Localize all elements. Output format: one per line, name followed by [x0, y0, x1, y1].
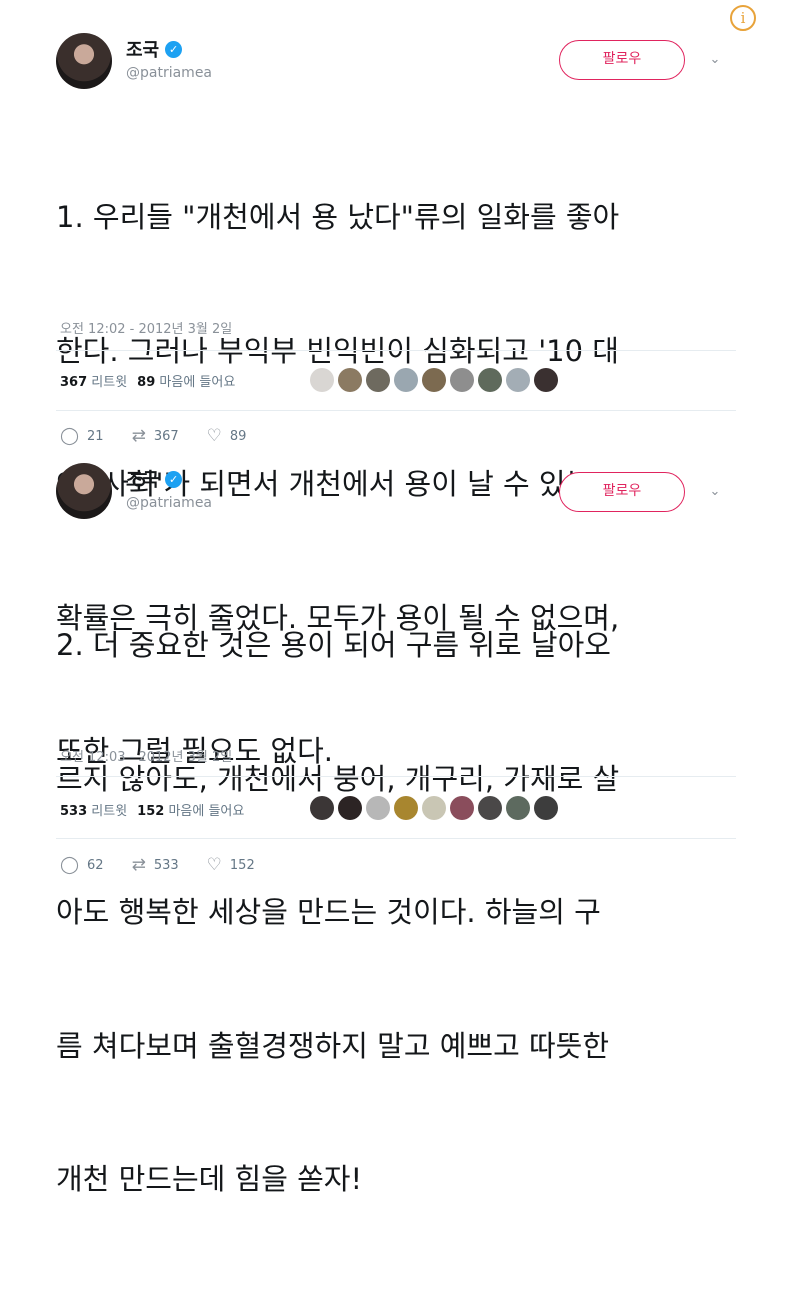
like-count: 89 [137, 375, 156, 390]
like-stat[interactable]: 89 마음에 들어요 [137, 371, 235, 390]
engagement-stats: 533 리트윗 152 마음에 들어요 [60, 800, 244, 819]
retweet-stat[interactable]: 367 리트윗 [60, 371, 127, 390]
verified-icon: ✓ [165, 470, 183, 488]
tweet-text-line: 1. 우리들 "개천에서 용 났다"류의 일화를 좋아 [56, 200, 620, 234]
tweet-text-line: 개천 만드는데 힘을 쏟자! [56, 1162, 363, 1196]
liker-avatar[interactable] [506, 796, 530, 820]
heart-icon: ♡ [206, 426, 222, 446]
liker-avatar[interactable] [478, 368, 502, 392]
chevron-down-icon[interactable]: ⌄ [706, 51, 724, 69]
like-button[interactable]: ♡ 89 [207, 426, 247, 446]
liker-avatar[interactable] [338, 368, 362, 392]
like-label: 마음에 들어요 [168, 804, 245, 819]
liker-avatar[interactable] [478, 796, 502, 820]
retweet-stat[interactable]: 533 리트윗 [60, 800, 127, 819]
tweet-text-line: 2. 더 중요한 것은 용이 되어 구름 위로 날아오 [56, 628, 611, 662]
author-handle[interactable]: @patriamea [126, 65, 212, 81]
divider [56, 776, 736, 777]
liker-avatar[interactable] [394, 368, 418, 392]
tweet-1: 조국 ✓ @patriamea 팔로우 ⌄ 1. 우리들 "개천에서 용 났다"… [0, 0, 800, 768]
tweet-text-line: 아도 행복한 세상을 만드는 것이다. 하늘의 구 [56, 895, 601, 929]
retweet-icon: ⇄ [131, 426, 146, 446]
retweet-label: 리트윗 [91, 804, 128, 819]
engagement-stats: 367 리트윗 89 마음에 들어요 [60, 371, 235, 390]
retweet-action-count: 367 [153, 428, 179, 444]
retweet-label: 리트윗 [91, 375, 128, 390]
retweet-action-count: 533 [153, 857, 179, 873]
retweet-button[interactable]: ⇄ 367 [132, 426, 179, 446]
liker-avatar[interactable] [338, 796, 362, 820]
reply-icon: ◯ [60, 855, 80, 875]
liker-avatar[interactable] [366, 368, 390, 392]
divider [56, 410, 736, 411]
like-button[interactable]: ♡ 152 [207, 855, 255, 875]
like-label: 마음에 들어요 [159, 375, 236, 390]
reply-button[interactable]: ◯ 21 [60, 426, 104, 446]
tweet-actions: ◯ 21 ⇄ 367 ♡ 89 [60, 426, 274, 446]
author-row: 조국 ✓ [126, 36, 183, 62]
liker-avatar[interactable] [394, 796, 418, 820]
liker-avatars [310, 368, 558, 392]
divider [56, 838, 736, 839]
author-handle[interactable]: @patriamea [126, 495, 212, 511]
divider [56, 350, 736, 351]
tweet-text-line: 름 쳐다보며 출혈경쟁하지 말고 예쁘고 따뜻한 [56, 1028, 610, 1063]
tweet-timestamp[interactable]: 오전 12:03 - 2012년 3월 2일 [60, 746, 232, 765]
liker-avatars [310, 796, 558, 820]
reply-button[interactable]: ◯ 62 [60, 855, 104, 875]
avatar[interactable] [56, 463, 112, 519]
like-stat[interactable]: 152 마음에 들어요 [137, 800, 244, 819]
author-name[interactable]: 조국 [126, 36, 159, 62]
retweet-count: 367 [60, 375, 88, 390]
retweet-icon: ⇄ [131, 855, 146, 875]
tweet-2: 조국 ✓ @patriamea 팔로우 ⌄ 2. 더 중요한 것은 용이 되어 … [0, 450, 800, 1196]
chevron-down-icon[interactable]: ⌄ [706, 483, 724, 501]
liker-avatar[interactable] [422, 368, 446, 392]
liker-avatar[interactable] [534, 796, 558, 820]
follow-button[interactable]: 팔로우 [559, 40, 685, 80]
author-name[interactable]: 조국 [126, 466, 159, 492]
like-count: 152 [137, 804, 165, 819]
liker-avatar[interactable] [366, 796, 390, 820]
like-action-count: 89 [229, 428, 247, 444]
reply-icon: ◯ [60, 426, 80, 446]
liker-avatar[interactable] [534, 368, 558, 392]
like-action-count: 152 [229, 857, 255, 873]
tweet-timestamp[interactable]: 오전 12:02 - 2012년 3월 2일 [60, 318, 232, 337]
verified-icon: ✓ [165, 40, 183, 58]
liker-avatar[interactable] [310, 796, 334, 820]
liker-avatar[interactable] [422, 796, 446, 820]
liker-avatar[interactable] [506, 368, 530, 392]
follow-button[interactable]: 팔로우 [559, 472, 685, 512]
retweet-button[interactable]: ⇄ 533 [132, 855, 179, 875]
liker-avatar[interactable] [450, 796, 474, 820]
reply-count: 62 [87, 857, 104, 873]
liker-avatar[interactable] [310, 368, 334, 392]
liker-avatar[interactable] [450, 368, 474, 392]
author-row: 조국 ✓ [126, 466, 183, 492]
retweet-count: 533 [60, 804, 88, 819]
heart-icon: ♡ [206, 855, 222, 875]
tweet-actions: ◯ 62 ⇄ 533 ♡ 152 [60, 855, 283, 875]
avatar[interactable] [56, 33, 112, 89]
reply-count: 21 [87, 428, 104, 444]
tweet-text: 2. 더 중요한 것은 용이 되어 구름 위로 날아오 르지 않아도, 개천에서… [56, 534, 736, 1291]
